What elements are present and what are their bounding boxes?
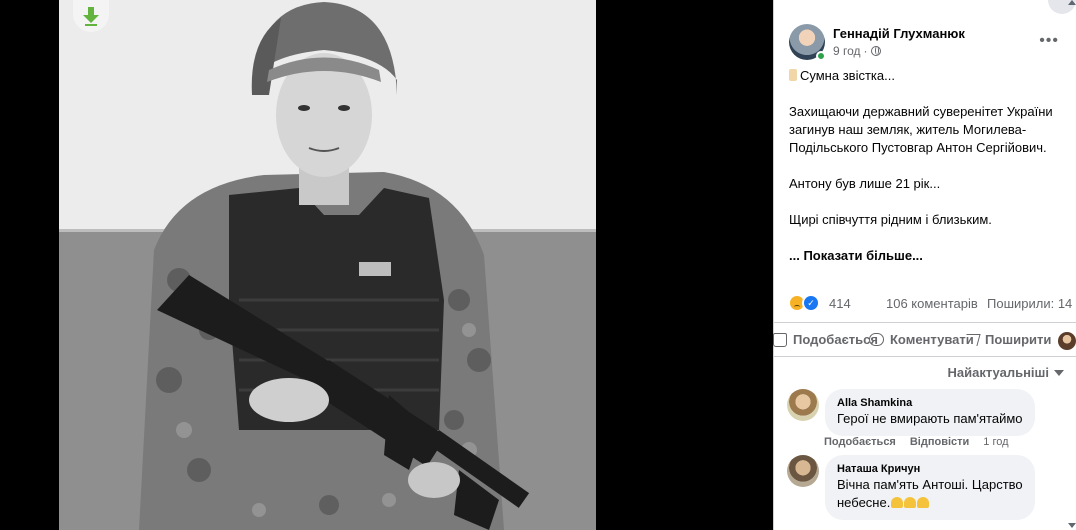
commenter-avatar[interactable]	[787, 455, 819, 487]
comments-count[interactable]: 106 коментарів	[886, 296, 978, 311]
praying-hands-icon	[917, 497, 930, 508]
comment-author[interactable]: Alla Shamkina	[837, 396, 1023, 410]
comment-like-link[interactable]: Подобається	[824, 436, 896, 448]
comment-bubble: Наташа Кричун Вічна пам'ять Антоші. Царс…	[825, 455, 1035, 520]
comment-label: Коментувати	[890, 332, 974, 347]
share-arrow-icon	[963, 333, 981, 346]
comment-text-line-2: небесне.	[837, 495, 891, 510]
comment-text: Герої не вмирають пам'ятаймо	[837, 411, 1023, 426]
like-label: Подобається	[793, 332, 878, 347]
post-meta: 9 год ·	[833, 44, 881, 58]
post-photo[interactable]	[59, 0, 596, 530]
scroll-up-icon[interactable]	[1068, 0, 1076, 5]
post-paragraph-3: Щирі співчуття рідним і близьким.	[789, 212, 992, 227]
online-status-icon	[816, 51, 826, 61]
post-headline: Сумна звістка...	[800, 68, 895, 83]
post-paragraph-2: Антону був лише 21 рік...	[789, 176, 941, 191]
post-header: Геннадій Глухманюк 9 год ·	[789, 24, 1069, 64]
praying-hands-icon	[904, 497, 917, 508]
photo-viewer	[0, 0, 773, 530]
post-paragraph-1: Захищаючи державний суверенітет України …	[789, 104, 1053, 155]
more-dots-icon[interactable]: •••	[1039, 33, 1059, 49]
scroll-down-icon[interactable]	[1068, 523, 1076, 528]
sort-label: Найактуальніші	[947, 365, 1050, 380]
comment-actions: Подобається Відповісти 1 год	[824, 436, 1009, 448]
like-button[interactable]: Подобається	[773, 332, 878, 347]
comment-bubble-icon	[869, 333, 884, 346]
comment-reply-link[interactable]: Відповісти	[910, 436, 969, 448]
shares-count[interactable]: Поширили: 14	[987, 296, 1072, 311]
stats-divider	[773, 322, 1076, 323]
meta-separator: ·	[863, 44, 868, 58]
share-button[interactable]: Поширити	[963, 332, 1052, 347]
comment-text-line-2-container: небесне.	[837, 494, 1023, 512]
comment-button[interactable]: Коментувати	[869, 332, 974, 347]
post-actions: Подобається Коментувати Поширити	[773, 326, 1076, 356]
comment-sort-dropdown[interactable]: Найактуальніші	[947, 365, 1064, 380]
post-time[interactable]: 9 год	[833, 44, 861, 58]
post-panel: Геннадій Глухманюк 9 год · ••• Сумна зві…	[773, 0, 1076, 530]
chevron-down-icon	[1054, 369, 1064, 376]
comment-time[interactable]: 1 год	[983, 436, 1008, 448]
like-reaction-icon: ✓	[802, 294, 820, 312]
panel-scrollbar[interactable]	[1068, 0, 1076, 530]
commenter-avatar[interactable]	[787, 389, 819, 421]
soldier-figure	[139, 2, 530, 530]
candle-icon	[789, 69, 797, 81]
comment-bubble: Alla Shamkina Герої не вмирають пам'ятай…	[825, 389, 1035, 436]
globe-icon	[870, 46, 881, 56]
actions-divider	[773, 356, 1076, 357]
thumbs-up-icon	[773, 332, 787, 347]
reaction-stats: ✓ 414 106 коментарів Поширили: 14	[773, 288, 1076, 318]
praying-hands-icon	[891, 497, 904, 508]
comment-author[interactable]: Наташа Кричун	[837, 462, 1023, 476]
comment-text-line-1: Вічна пам'ять Антоші. Царство	[837, 477, 1023, 492]
share-label: Поширити	[985, 332, 1052, 347]
reactions-count[interactable]: 414	[829, 296, 851, 311]
download-arrow-icon	[83, 7, 99, 26]
reaction-icons[interactable]: ✓	[788, 294, 826, 312]
see-more-link[interactable]: ... Показати більше...	[789, 248, 923, 263]
panel-divider	[773, 0, 774, 530]
author-name[interactable]: Геннадій Глухманюк	[833, 26, 965, 41]
post-body: Сумна звістка... Захищаючи державний сув…	[789, 67, 1069, 265]
